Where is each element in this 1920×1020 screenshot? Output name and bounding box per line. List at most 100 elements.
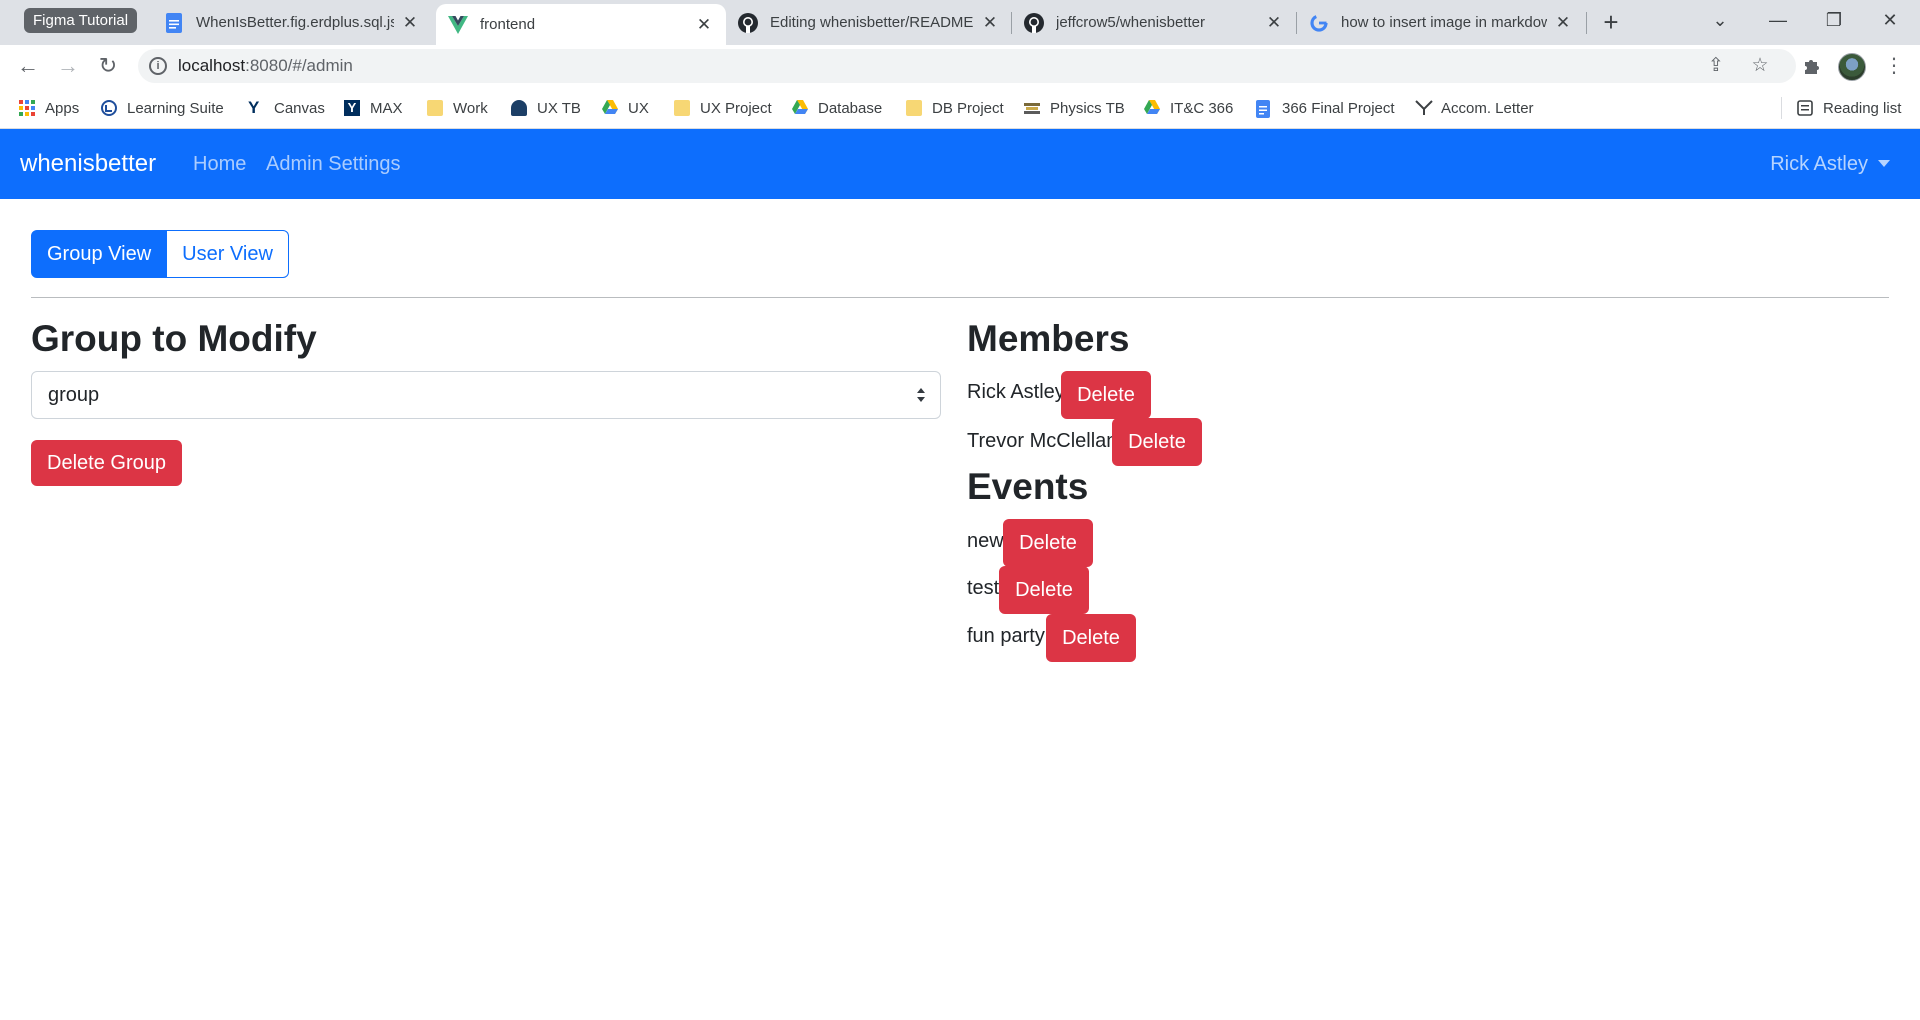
close-icon[interactable]: ✕ <box>400 13 420 33</box>
bookmark-itc-366[interactable]: IT&C 366 <box>1144 87 1233 129</box>
close-icon[interactable]: ✕ <box>1264 13 1284 33</box>
bookmark-label: Physics TB <box>1050 99 1125 117</box>
google-drive-icon <box>1144 100 1160 116</box>
bookmark-learning-suite[interactable]: Learning Suite <box>101 87 224 129</box>
group-select-value: group <box>48 384 100 406</box>
max-y-icon: Y <box>344 100 360 116</box>
delete-event-button[interactable]: Delete <box>1046 614 1136 662</box>
forward-arrow-icon[interactable]: → <box>52 50 84 82</box>
browser-tabstrip: Figma Tutorial WhenIsBetter.fig.erdplus.… <box>0 0 1920 45</box>
bookmark-work[interactable]: Work <box>427 87 488 129</box>
tab-title: Editing whenisbetter/README.md <box>770 14 974 31</box>
site-info-icon[interactable]: i <box>149 57 167 75</box>
tab-erdplus[interactable]: WhenIsBetter.fig.erdplus.sql.json ✕ <box>152 0 432 45</box>
close-window-button[interactable]: ✕ <box>1862 0 1918 40</box>
bookmark-physics-tb[interactable]: Physics TB <box>1024 87 1125 129</box>
bookmark-apps[interactable]: Apps <box>19 87 79 129</box>
bookmark-ux-project[interactable]: UX Project <box>674 87 772 129</box>
bookmark-label: Apps <box>45 99 80 117</box>
user-dropdown[interactable]: Rick Astley <box>1770 129 1890 199</box>
tab-google-search[interactable]: how to insert image in markdown ✕ <box>1297 0 1585 45</box>
bookmark-366-final-project[interactable]: 366 Final Project <box>1256 87 1395 129</box>
tab-title: frontend <box>480 16 536 33</box>
omnibox[interactable]: i localhost:8080/#/admin ⇪ ☆ <box>138 49 1796 83</box>
folder-icon <box>674 100 690 116</box>
nav-home[interactable]: Home <box>193 129 246 199</box>
tab-repo[interactable]: jeffcrow5/whenisbetter ✕ <box>1012 0 1296 45</box>
tab-separator <box>1586 12 1587 34</box>
url-text[interactable]: localhost:8080/#/admin <box>178 56 353 76</box>
event-name: new <box>967 530 1004 552</box>
bookmark-label: Canvas <box>274 99 325 117</box>
more-menu-icon[interactable]: ⋮ <box>1878 50 1910 82</box>
bookmark-label: Accom. Letter <box>1441 99 1534 117</box>
bookmark-max[interactable]: Y MAX <box>344 87 403 129</box>
delete-event-button[interactable]: Delete <box>999 566 1089 614</box>
bookmarks-bar: Apps Learning Suite Y Canvas Y MAX Work … <box>0 87 1920 129</box>
bookmark-label: UX Project <box>700 99 772 117</box>
delete-member-button[interactable]: Delete <box>1112 418 1202 466</box>
view-toggle: Group View User View <box>31 230 289 278</box>
learning-suite-icon <box>101 100 117 116</box>
bookmark-label: UX TB <box>537 99 581 117</box>
bookmark-database[interactable]: Database <box>792 87 882 129</box>
tab-frontend[interactable]: frontend ✕ <box>436 4 726 45</box>
bookmark-accom-letter[interactable]: Accom. Letter <box>1415 87 1534 129</box>
member-name: Rick Astley <box>967 381 1065 403</box>
group-to-modify-heading: Group to Modify <box>31 318 317 359</box>
google-docs-icon <box>1256 100 1272 118</box>
bookmark-label: UX <box>628 99 649 117</box>
extensions-puzzle-icon[interactable] <box>1796 50 1828 82</box>
bookmark-label: Work <box>453 99 488 117</box>
user-view-button[interactable]: User View <box>167 230 289 278</box>
group-view-button[interactable]: Group View <box>31 230 168 278</box>
folder-icon <box>906 100 922 116</box>
google-icon <box>1309 13 1329 33</box>
tab-editing-readme[interactable]: Editing whenisbetter/README.md ✕ <box>726 0 1012 45</box>
event-name: test <box>967 577 1000 599</box>
bookmark-ux-tb[interactable]: UX TB <box>511 87 581 129</box>
google-drive-icon <box>792 100 808 116</box>
reload-icon[interactable]: ↻ <box>92 50 124 82</box>
tab-search-chevron-icon[interactable]: ⌄ <box>1692 0 1748 40</box>
bookmark-db-project[interactable]: DB Project <box>906 87 1004 129</box>
minimize-button[interactable]: — <box>1750 0 1806 40</box>
physics-tb-icon <box>1024 100 1040 116</box>
back-arrow-icon[interactable]: ← <box>12 50 44 82</box>
google-drive-icon <box>602 100 618 116</box>
bookmark-canvas[interactable]: Y Canvas <box>248 87 325 129</box>
events-heading: Events <box>967 466 1089 507</box>
divider <box>31 297 1889 298</box>
share-icon[interactable]: ⇪ <box>1704 54 1728 78</box>
folder-icon <box>427 100 443 116</box>
nav-admin-settings[interactable]: Admin Settings <box>266 129 401 199</box>
delete-event-button[interactable]: Delete <box>1003 519 1093 567</box>
close-icon[interactable]: ✕ <box>694 15 714 35</box>
byu-y-icon: Y <box>248 98 260 117</box>
delete-group-button[interactable]: Delete Group <box>31 440 182 486</box>
app-navbar: whenisbetter Home Admin Settings Rick As… <box>0 129 1920 199</box>
group-select[interactable]: group <box>31 371 941 419</box>
new-tab-button[interactable]: + <box>1596 8 1626 38</box>
reading-list[interactable]: Reading list <box>1797 87 1901 129</box>
restore-button[interactable]: ❐ <box>1806 0 1862 40</box>
close-icon[interactable]: ✕ <box>1553 13 1573 33</box>
accom-letter-icon <box>1415 100 1433 116</box>
close-icon[interactable]: ✕ <box>980 13 1000 33</box>
bookmark-star-icon[interactable]: ☆ <box>1748 54 1772 78</box>
tab-title: jeffcrow5/whenisbetter <box>1056 14 1205 31</box>
event-name: fun party <box>967 625 1045 647</box>
bookmark-ux[interactable]: UX <box>602 87 649 129</box>
tab-title: WhenIsBetter.fig.erdplus.sql.json <box>196 14 394 31</box>
google-docs-icon <box>164 12 184 33</box>
delete-member-button[interactable]: Delete <box>1061 371 1151 419</box>
user-name: Rick Astley <box>1770 153 1868 175</box>
bookmark-label: MAX <box>370 99 403 117</box>
member-name: Trevor McClellan <box>967 430 1118 452</box>
navbar-brand[interactable]: whenisbetter <box>20 129 156 199</box>
bookmark-label: IT&C 366 <box>1170 99 1234 117</box>
bookmarks-separator <box>1781 97 1782 119</box>
tab-group-chip[interactable]: Figma Tutorial <box>24 8 138 33</box>
profile-avatar[interactable] <box>1838 53 1866 81</box>
reading-list-label: Reading list <box>1823 99 1902 117</box>
